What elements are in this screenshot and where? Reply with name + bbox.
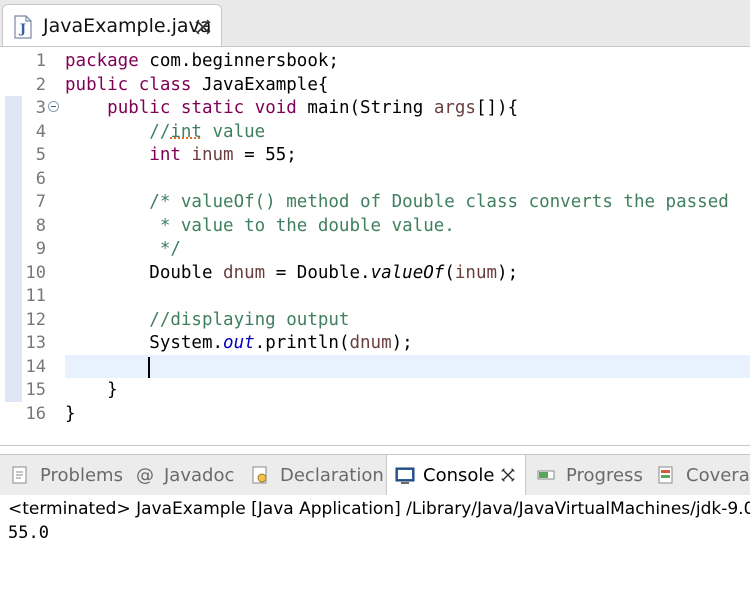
tab-label: Progress [566, 465, 643, 486]
tab-problems[interactable]: Problems [0, 455, 130, 495]
tab-label: Javadoc [164, 465, 235, 486]
code-line-12: 12 //displaying output [0, 307, 750, 331]
tab-label: Coverag [686, 465, 750, 486]
code-line-14: 14 [0, 354, 750, 378]
tab-declaration[interactable]: Declaration [246, 455, 386, 495]
code-line-6: 6 [0, 166, 750, 190]
declaration-icon [252, 466, 267, 484]
close-icon[interactable] [499, 466, 517, 484]
code-text: } [65, 380, 118, 400]
code-text: } [65, 403, 76, 424]
code-text: public class JavaExample{ [65, 74, 329, 95]
code-text: public static void main(String args[]){ [107, 98, 519, 118]
svg-text:J: J [19, 22, 26, 37]
code-line-13: 13 System.out.println(dnum); [0, 331, 750, 355]
editor-tab-javaexample[interactable]: J JavaExample.java [2, 4, 222, 46]
tab-coverage[interactable]: Coverag [646, 455, 750, 495]
line-number: 8 [35, 215, 46, 236]
line-number: 16 [25, 403, 46, 424]
line-number: 6 [35, 168, 46, 189]
java-file-icon: J [14, 15, 32, 39]
text-cursor [148, 356, 150, 378]
code-text: Double dnum = Double.valueOf(inum); [65, 262, 519, 283]
console-header: <terminated> JavaExample [Java Applicati… [8, 499, 750, 519]
tab-console[interactable]: Console [386, 455, 526, 495]
code-line-8: 8 * value to the double value. [0, 213, 750, 237]
current-line-highlight [65, 354, 750, 378]
code-line-3: 3 public static void main(String args[])… [0, 96, 750, 120]
line-number: 11 [25, 286, 46, 306]
progress-icon [537, 470, 555, 480]
code-line-10: 10 Double dnum = Double.valueOf(inum); [0, 260, 750, 284]
tab-javadoc[interactable]: @ Javadoc [130, 455, 246, 495]
code-text: //displaying output [65, 309, 350, 330]
code-line-15: 15 } [0, 378, 750, 402]
line-number: 7 [35, 192, 46, 212]
console-output: 55.0 [8, 523, 49, 543]
fold-toggle-icon[interactable] [48, 101, 59, 112]
console-panel[interactable]: <terminated> JavaExample [Java Applicati… [0, 495, 750, 615]
line-number: 13 [25, 333, 46, 353]
code-editor[interactable]: 1 package com.beginnersbook; 2 public cl… [0, 47, 750, 446]
line-number: 10 [25, 262, 46, 283]
code-line-7: 7 /* valueOf() method of Double class co… [0, 190, 750, 214]
code-line-5: 5 int inum = 55; [0, 143, 750, 167]
line-number: 14 [25, 356, 46, 377]
code-text: package com.beginnersbook; [65, 51, 339, 71]
code-text: int inum = 55; [149, 145, 297, 165]
line-number: 12 [25, 309, 46, 330]
line-number: 2 [35, 74, 46, 95]
line-number: 15 [25, 380, 46, 400]
tab-label: Declaration [280, 465, 384, 486]
line-number: 1 [35, 51, 46, 71]
code-text: * value to the double value. [65, 215, 455, 236]
code-text: /* valueOf() method of Double class conv… [65, 192, 729, 212]
code-line-9: 9 */ [0, 237, 750, 261]
problems-icon [12, 466, 27, 484]
coverage-icon [658, 466, 673, 484]
code-line-1: 1 package com.beginnersbook; [0, 49, 750, 73]
code-text: //int value [65, 121, 266, 142]
views-tab-bar: Problems @ Javadoc Declaration Console P… [0, 454, 750, 496]
at-sign-icon: @ [136, 465, 154, 486]
code-line-11: 11 [0, 284, 750, 308]
tab-label: Problems [40, 465, 123, 486]
console-icon [395, 467, 415, 484]
code-line-4: 4 //int value [0, 119, 750, 143]
code-line-2: 2 public class JavaExample{ [0, 73, 750, 97]
code-text: System.out.println(dnum); [65, 333, 413, 353]
tab-label: Console [423, 465, 495, 486]
close-icon[interactable] [193, 17, 213, 37]
editor-tab-label: JavaExample.java [43, 15, 212, 37]
code-line-16: 16 } [0, 402, 750, 426]
line-number: 9 [35, 239, 46, 259]
line-number: 3 [35, 98, 46, 118]
line-number: 5 [35, 145, 46, 165]
tab-progress[interactable]: Progress [526, 455, 646, 495]
editor-tab-bar: J JavaExample.java [0, 0, 750, 47]
code-text: */ [65, 239, 181, 259]
line-number: 4 [35, 121, 46, 142]
